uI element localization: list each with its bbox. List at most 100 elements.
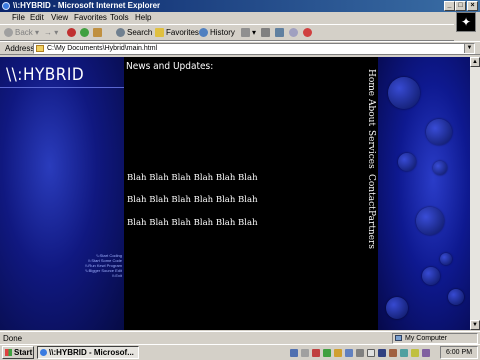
address-dropdown-button[interactable]: ▼ [464, 44, 474, 53]
tray-icon[interactable] [312, 349, 320, 357]
decor-bubble [422, 267, 440, 285]
internet-explorer-icon [2, 2, 10, 10]
start-button[interactable]: Start [2, 346, 34, 359]
decor-bubble [448, 289, 464, 305]
search-button[interactable]: Search [116, 25, 152, 41]
decor-bubble [386, 297, 408, 319]
tray-icon[interactable] [334, 349, 342, 357]
taskbar-window-button[interactable]: \\:HYBRID - Microsof... [37, 346, 139, 359]
print-button[interactable] [261, 25, 272, 41]
discuss-button[interactable] [289, 25, 300, 41]
logo-divider [0, 87, 124, 88]
nav-contact[interactable]: Contact [364, 174, 378, 210]
status-text: Done [3, 334, 23, 343]
menu-help[interactable]: Help [135, 12, 151, 23]
back-button[interactable]: Back ▾ [4, 25, 39, 41]
history-icon [199, 28, 208, 38]
news-heading: News and Updates: [126, 61, 214, 72]
tray-icon[interactable] [345, 349, 353, 357]
messenger-icon [303, 28, 312, 38]
tray-icon[interactable] [400, 349, 408, 357]
nav-about[interactable]: About [364, 99, 378, 126]
status-bar: Done My Computer [0, 331, 480, 344]
back-arrow-icon [4, 28, 13, 38]
menu-edit[interactable]: Edit [30, 12, 44, 23]
menu-view[interactable]: View [51, 12, 68, 23]
tray-icon[interactable] [356, 349, 364, 357]
refresh-button[interactable] [80, 25, 91, 41]
site-logo[interactable]: \\:HYBRID [6, 65, 84, 85]
windows-logo-throbber: ✦ [456, 12, 476, 32]
favorites-label: Favorites [166, 28, 199, 37]
messenger-button[interactable] [303, 25, 314, 41]
tray-icon[interactable] [367, 349, 375, 357]
page-icon [36, 45, 44, 52]
forward-button[interactable]: → ▾ [44, 25, 58, 41]
page-viewport: \\:HYBRID \\:Start Coding \\:Start Some … [0, 57, 470, 330]
address-bar: Address C:\My Documents\Hybrid\main.html… [0, 41, 480, 55]
window-title-bar[interactable]: \\:HYBRID - Microsoft Internet Explorer … [0, 0, 480, 12]
favorites-button[interactable]: Favorites [155, 25, 199, 41]
menu-tools[interactable]: Tools [110, 12, 129, 23]
tray-icon[interactable] [422, 349, 430, 357]
security-zone: My Computer [392, 333, 478, 344]
decor-bubble [388, 77, 420, 109]
menu-file[interactable]: File [12, 12, 25, 23]
news-item: Blah Blah Blah Blah Blah Blah [127, 218, 258, 228]
mail-icon [241, 28, 250, 38]
internet-explorer-icon [40, 349, 47, 356]
vertical-nav: Home About Services Contact Partners [364, 57, 378, 330]
tray-icon[interactable] [323, 349, 331, 357]
home-button[interactable] [93, 25, 104, 41]
decor-bubble [416, 207, 444, 235]
history-label: History [210, 28, 235, 37]
nav-partners[interactable]: Partners [364, 210, 378, 249]
stop-button[interactable] [67, 25, 78, 41]
favorites-folder-icon [155, 28, 164, 38]
windows-flag-icon [5, 349, 12, 356]
side-link[interactable]: \\:Exit [85, 273, 122, 278]
close-button[interactable]: × [467, 1, 478, 11]
forward-arrow-icon: → [44, 28, 52, 37]
minimize-button[interactable]: _ [444, 1, 455, 11]
left-panel: \\:HYBRID \\:Start Coding \\:Start Some … [0, 57, 124, 330]
window-title: \\:HYBRID - Microsoft Internet Explorer [13, 1, 161, 10]
decor-bubble [440, 253, 452, 265]
nav-services[interactable]: Services [364, 130, 378, 169]
side-link-list: \\:Start Coding \\:Start Some Code \\:Ru… [85, 253, 122, 278]
tray-icon[interactable] [290, 349, 298, 357]
back-label: Back [15, 28, 33, 37]
system-clock[interactable]: 6:00 PM [440, 346, 478, 359]
history-button[interactable]: History [199, 25, 235, 41]
address-url[interactable]: C:\My Documents\Hybrid\main.html [47, 44, 157, 53]
edit-button[interactable] [275, 25, 286, 41]
print-icon [261, 28, 270, 38]
taskbar: Start \\:HYBRID - Microsof... 6:00 PM [0, 344, 480, 360]
address-field[interactable]: C:\My Documents\Hybrid\main.html ▼ [33, 43, 475, 54]
right-decor-panel [378, 57, 470, 330]
news-item: Blah Blah Blah Blah Blah Blah [127, 173, 258, 183]
zone-label: My Computer [405, 335, 448, 342]
search-icon [116, 28, 125, 38]
tray-icon[interactable] [378, 349, 386, 357]
search-label: Search [127, 28, 153, 37]
tray-icon[interactable] [411, 349, 419, 357]
mail-button[interactable]: ▾ [241, 25, 256, 41]
address-label: Address [5, 44, 35, 53]
menu-favorites[interactable]: Favorites [74, 12, 107, 23]
maximize-button[interactable]: □ [455, 1, 466, 11]
nav-home[interactable]: Home [364, 69, 378, 96]
scroll-down-button[interactable]: ▼ [470, 320, 480, 330]
edit-icon [275, 28, 284, 38]
home-icon [93, 28, 102, 38]
tray-icon[interactable] [389, 349, 397, 357]
refresh-icon [80, 28, 89, 38]
vertical-scrollbar[interactable]: ▲ ▼ [470, 57, 480, 330]
decor-bubble [433, 161, 447, 175]
tray-icon[interactable] [301, 349, 309, 357]
discuss-icon [289, 28, 298, 38]
news-panel: News and Updates: Blah Blah Blah Blah Bl… [124, 57, 364, 330]
stop-icon [67, 28, 76, 38]
scroll-up-button[interactable]: ▲ [470, 57, 480, 67]
menu-bar: File Edit View Favorites Tools Help [0, 12, 480, 23]
